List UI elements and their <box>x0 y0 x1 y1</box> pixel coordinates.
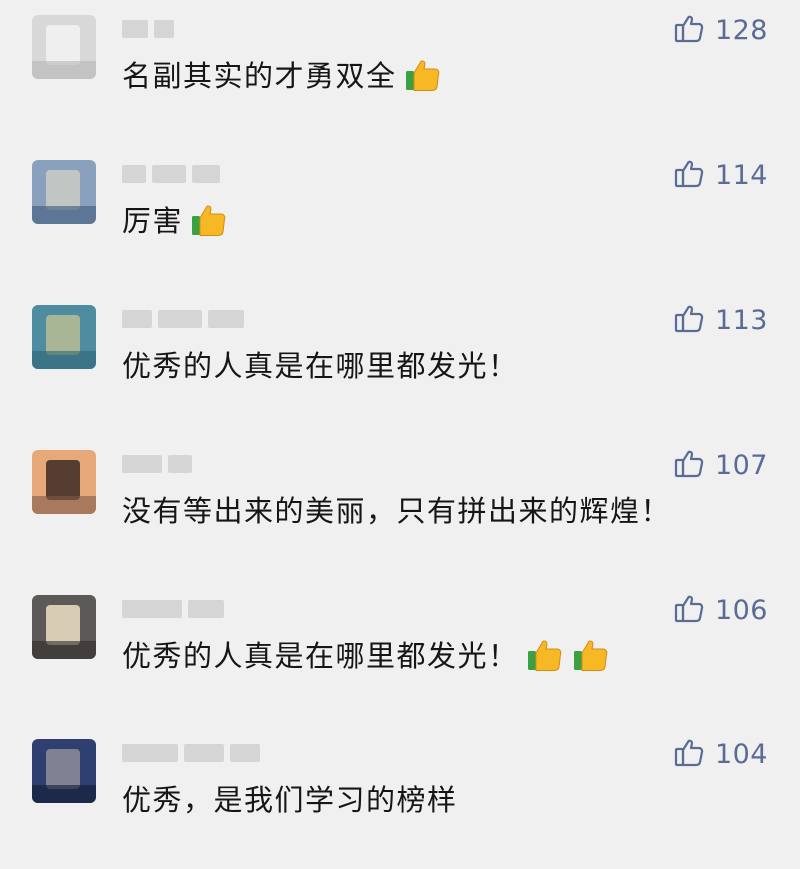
thumbs-up-outline-icon <box>673 736 705 772</box>
username-blurred[interactable] <box>122 453 192 475</box>
comment-item: 106 优秀的人真是在哪里都发光！ <box>0 580 800 725</box>
like-button[interactable]: 128 <box>673 12 768 48</box>
username-blurred[interactable] <box>122 742 260 764</box>
like-button[interactable]: 106 <box>673 592 768 628</box>
like-count: 113 <box>714 304 768 336</box>
username-blurred[interactable] <box>122 18 174 40</box>
comment-text-row: 优秀，是我们学习的榜样 <box>122 777 458 819</box>
thumbs-up-outline-icon <box>673 12 705 48</box>
avatar[interactable] <box>32 739 96 803</box>
comment-text: 没有等出来的美丽，只有拼出来的辉煌！ <box>122 494 672 528</box>
avatar[interactable] <box>32 595 96 659</box>
comment-text: 名副其实的才勇双全 <box>122 59 397 93</box>
like-button[interactable]: 114 <box>673 157 768 193</box>
like-count: 106 <box>714 594 768 626</box>
comment-text: 厉害 <box>122 204 184 238</box>
thumbs-up-emoji-icon <box>525 634 565 674</box>
comment-item: 114 厉害 <box>0 145 800 290</box>
username-blurred[interactable] <box>122 163 220 185</box>
comment-text-row: 优秀的人真是在哪里都发光！ <box>122 633 611 675</box>
comment-text: 优秀，是我们学习的榜样 <box>122 783 458 817</box>
comment-item: 128 名副其实的才勇双全 <box>0 0 800 145</box>
like-count: 107 <box>714 449 768 481</box>
comment-text: 优秀的人真是在哪里都发光！ <box>122 639 519 673</box>
like-count: 114 <box>714 159 768 191</box>
comment-text-row: 名副其实的才勇双全 <box>122 53 443 95</box>
thumbs-up-outline-icon <box>673 157 705 193</box>
comment-text-row: 优秀的人真是在哪里都发光！ <box>122 343 519 385</box>
comment-text: 优秀的人真是在哪里都发光！ <box>122 349 519 383</box>
thumbs-up-outline-icon <box>673 447 705 483</box>
username-blurred[interactable] <box>122 598 224 620</box>
like-button[interactable]: 107 <box>673 447 768 483</box>
thumbs-up-emoji-icon <box>189 199 229 239</box>
like-button[interactable]: 113 <box>673 302 768 338</box>
comment-item: 113 优秀的人真是在哪里都发光！ <box>0 290 800 435</box>
comment-text-row: 没有等出来的美丽，只有拼出来的辉煌！ <box>122 488 671 530</box>
avatar[interactable] <box>32 160 96 224</box>
comment-item: 104 优秀，是我们学习的榜样 <box>0 724 800 869</box>
thumbs-up-emoji-icon <box>571 634 611 674</box>
thumbs-up-outline-icon <box>673 592 705 628</box>
like-button[interactable]: 104 <box>673 736 768 772</box>
comment-item: 107 没有等出来的美丽，只有拼出来的辉煌！ <box>0 435 800 580</box>
like-count: 128 <box>714 14 768 46</box>
avatar[interactable] <box>32 15 96 79</box>
username-blurred[interactable] <box>122 308 244 330</box>
thumbs-up-emoji-icon <box>403 54 443 94</box>
thumbs-up-outline-icon <box>673 302 705 338</box>
avatar[interactable] <box>32 450 96 514</box>
comment-text-row: 厉害 <box>122 198 229 240</box>
avatar[interactable] <box>32 305 96 369</box>
like-count: 104 <box>714 738 768 770</box>
